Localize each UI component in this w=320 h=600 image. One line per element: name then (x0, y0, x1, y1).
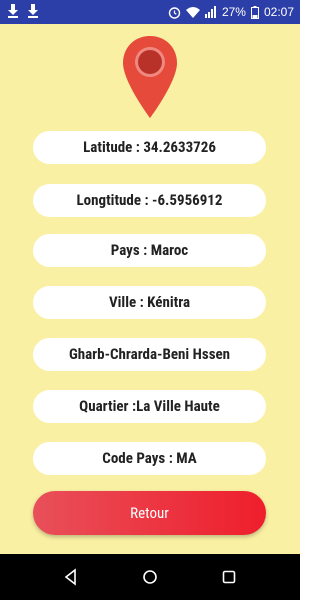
main-content: Latitude : 34.2633726 Longtitude : -6.59… (0, 24, 300, 554)
download-icon (8, 4, 18, 18)
home-nav-icon[interactable] (139, 566, 161, 588)
navigation-bar (0, 554, 300, 600)
latitude-field: Latitude : 34.2633726 (33, 131, 266, 164)
download-icon (28, 4, 38, 18)
region-field: Gharb-Chrarda-Beni Hssen (33, 338, 266, 371)
battery-percent: 27% (221, 5, 246, 19)
signal-icon (204, 6, 216, 18)
back-button[interactable]: Retour (33, 491, 266, 535)
battery-icon (250, 5, 259, 19)
wifi-icon (185, 7, 200, 18)
country-field: Pays : Maroc (33, 234, 266, 267)
status-bar: 27% 02:07 (0, 0, 300, 24)
location-pin-icon (123, 36, 177, 118)
longitude-field: Longtitude : -6.5956912 (33, 184, 266, 217)
district-field: Quartier :La Ville Haute (33, 390, 266, 423)
clock: 02:07 (263, 5, 294, 19)
recents-nav-icon[interactable] (218, 566, 240, 588)
country-code-field: Code Pays : MA (33, 442, 266, 475)
city-field: Ville : Kénitra (33, 286, 266, 319)
back-nav-icon[interactable] (60, 566, 82, 588)
alarm-icon (168, 6, 181, 19)
